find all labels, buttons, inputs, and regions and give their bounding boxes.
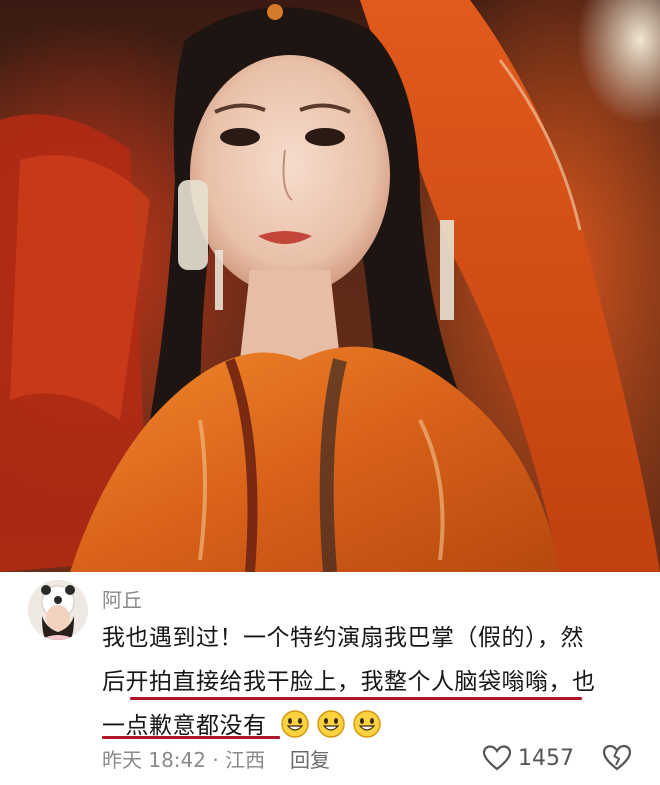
- grin-face-icon: [317, 709, 346, 738]
- heart-outline-icon: [482, 745, 512, 771]
- comment-username[interactable]: 阿丘: [102, 584, 142, 613]
- dislike-button[interactable]: [602, 742, 632, 777]
- like-button[interactable]: 1457: [482, 742, 574, 774]
- reply-button[interactable]: 回复: [290, 744, 330, 773]
- comment-time-location: 昨天 18:42 · 江西: [102, 748, 266, 772]
- post-image[interactable]: [0, 0, 660, 572]
- comment-line: 我也遇到过！一个特约演扇我巴掌（假的），然: [102, 625, 584, 651]
- highlight-underline: [130, 697, 582, 700]
- like-count: 1457: [518, 745, 574, 771]
- user-avatar-icon: [28, 580, 88, 640]
- broken-heart-icon: [602, 744, 632, 771]
- portrait-photo: [0, 0, 660, 572]
- comment-item: 阿丘 我也遇到过！一个特约演扇我巴掌（假的），然 后开拍直接给我干脸上，我整个人…: [0, 572, 660, 785]
- highlight-underline: [102, 736, 280, 739]
- avatar[interactable]: [28, 580, 88, 640]
- grin-face-icon: [353, 709, 382, 738]
- grin-face-icon: [281, 709, 310, 738]
- comment-meta: 昨天 18:42 · 江西 回复 1457: [102, 742, 642, 776]
- comment-body: 我也遇到过！一个特约演扇我巴掌（假的），然 后开拍直接给我干脸上，我整个人脑袋嗡…: [102, 616, 630, 749]
